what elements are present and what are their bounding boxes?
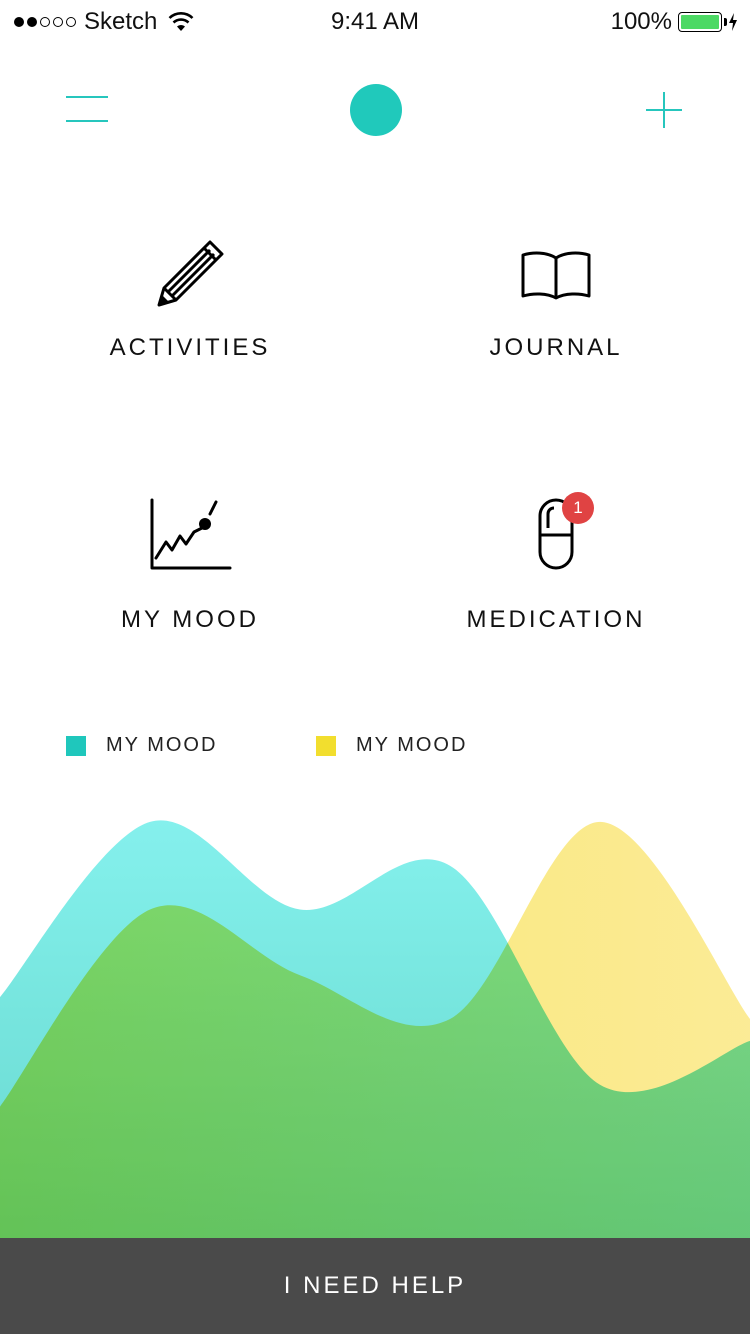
pencil-icon xyxy=(157,240,224,307)
need-help-button[interactable]: I NEED HELP xyxy=(0,1238,750,1334)
need-help-label: I NEED HELP xyxy=(283,1272,467,1299)
mood-area-chart xyxy=(0,820,750,1238)
tile-medication[interactable]: 1 MEDICATION xyxy=(406,492,706,658)
legend-item: MY MOOD xyxy=(66,734,217,757)
notification-badge: 1 xyxy=(562,492,594,524)
mood-chart-icon xyxy=(150,498,232,570)
tile-journal[interactable]: JOURNAL xyxy=(406,236,706,396)
tile-label: ACTIVITIES xyxy=(109,334,271,361)
tile-my-mood[interactable]: MY MOOD xyxy=(40,498,340,658)
legend-swatch xyxy=(66,735,86,756)
plus-icon[interactable] xyxy=(646,92,682,128)
book-icon xyxy=(521,251,591,300)
tile-label: MEDICATION xyxy=(466,606,646,633)
legend-label: MY MOOD xyxy=(106,734,218,756)
battery-icon xyxy=(678,12,727,32)
tile-label: MY MOOD xyxy=(121,606,259,633)
legend-swatch xyxy=(316,735,336,756)
avatar[interactable] xyxy=(350,84,402,136)
tile-activities[interactable]: ACTIVITIES xyxy=(40,236,340,396)
tile-label: JOURNAL xyxy=(489,334,623,361)
hamburger-icon[interactable] xyxy=(66,96,108,124)
legend-item: MY MOOD xyxy=(316,734,467,757)
legend-label: MY MOOD xyxy=(356,734,468,756)
charging-bolt-icon xyxy=(729,13,737,31)
status-right: 100% xyxy=(611,8,738,36)
battery-percent: 100% xyxy=(610,8,672,35)
status-bar: Sketch 9:41 AM 100% xyxy=(0,0,750,44)
